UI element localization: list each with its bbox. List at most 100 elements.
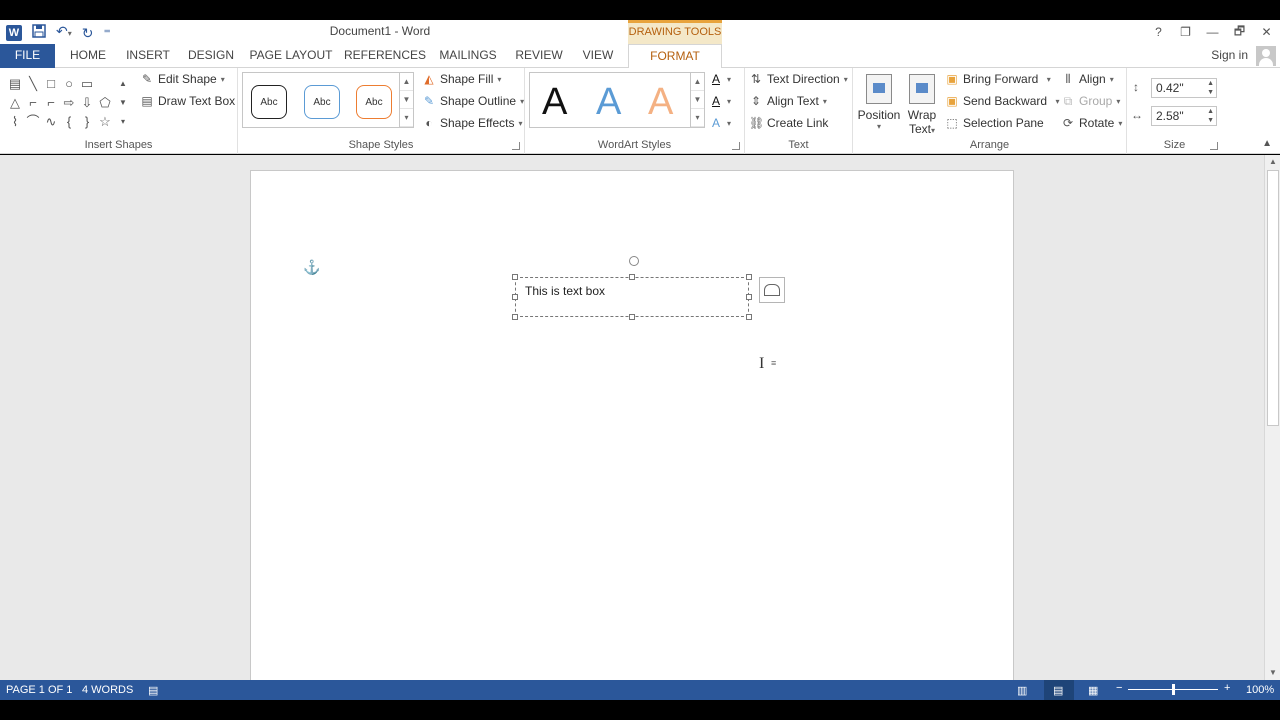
- send-backward-button[interactable]: ▣ Send Backward ▾: [945, 94, 1059, 108]
- text-box-content[interactable]: This is text box: [525, 284, 605, 298]
- line-shape-icon[interactable]: ╲: [24, 74, 42, 93]
- restore-icon[interactable]: 🗗: [1226, 20, 1253, 44]
- gallery-more-icon[interactable]: ▾: [114, 112, 132, 131]
- elbow-connector-icon[interactable]: ⌐: [24, 93, 42, 112]
- resize-handle[interactable]: [746, 274, 752, 280]
- group-button[interactable]: ⧉ Group ▾: [1061, 94, 1121, 108]
- sign-in-link[interactable]: Sign in: [1211, 48, 1248, 62]
- edit-shape-button[interactable]: ✎ Edit Shape ▾: [140, 72, 225, 86]
- zoom-level[interactable]: 100%: [1246, 684, 1274, 696]
- shape-style-black[interactable]: Abc: [251, 85, 287, 119]
- down-arrow-shape-icon[interactable]: ⇩: [78, 93, 96, 112]
- text-effects-button[interactable]: A ▾: [709, 116, 731, 130]
- shape-width-input[interactable]: 2.58" ▲ ▼: [1151, 106, 1217, 126]
- wordart-scroll[interactable]: ▲ ▼ ▾: [690, 73, 704, 127]
- proofing-icon[interactable]: ▤: [148, 684, 158, 697]
- wordart-style-orange[interactable]: A: [648, 81, 673, 124]
- tab-references[interactable]: REFERENCES: [344, 44, 426, 68]
- word-count[interactable]: 4 WORDS: [82, 684, 133, 696]
- zoom-slider-thumb[interactable]: [1172, 684, 1175, 695]
- gallery-up-icon[interactable]: ▲: [114, 74, 132, 93]
- bring-forward-button[interactable]: ▣ Bring Forward ▾: [945, 72, 1051, 86]
- selection-pane-button[interactable]: ⬚ Selection Pane: [945, 116, 1043, 130]
- more-icon[interactable]: ▾: [691, 109, 704, 127]
- page-count[interactable]: PAGE 1 OF 1: [6, 684, 72, 696]
- rectangle-shape-icon[interactable]: □: [42, 74, 60, 93]
- zoom-out-icon[interactable]: −: [1116, 682, 1122, 694]
- width-spinner-icon[interactable]: ▲ ▼: [1207, 107, 1214, 125]
- layout-options-button[interactable]: [759, 277, 785, 303]
- arc-shape-icon[interactable]: ⌒: [24, 112, 42, 131]
- scroll-down-icon[interactable]: ▼: [1265, 666, 1280, 680]
- scroll-thumb[interactable]: [1267, 170, 1279, 426]
- rotate-handle-icon[interactable]: [629, 256, 639, 266]
- web-layout-icon[interactable]: ▦: [1088, 684, 1098, 697]
- scroll-down-icon[interactable]: ▼: [691, 91, 704, 109]
- tab-mailings[interactable]: MAILINGS: [434, 44, 502, 68]
- elbow-arrow-connector-icon[interactable]: ⌐: [42, 93, 60, 112]
- zoom-in-icon[interactable]: +: [1224, 682, 1230, 694]
- position-button[interactable]: Position ▾: [857, 74, 901, 131]
- pentagon-shape-icon[interactable]: ⬠: [96, 93, 114, 112]
- shape-styles-scroll[interactable]: ▲ ▼ ▾: [399, 73, 413, 127]
- resize-handle[interactable]: [629, 314, 635, 320]
- align-button[interactable]: ⫴ Align ▾: [1061, 72, 1113, 86]
- shape-style-orange[interactable]: Abc: [356, 85, 392, 119]
- text-fill-button[interactable]: A ▾: [709, 72, 731, 86]
- close-icon[interactable]: ✕: [1253, 20, 1280, 44]
- collapse-ribbon-icon[interactable]: ▲: [1262, 138, 1272, 149]
- shape-height-input[interactable]: 0.42" ▲ ▼: [1151, 78, 1217, 98]
- scroll-up-icon[interactable]: ▲: [1265, 155, 1280, 169]
- print-layout-icon[interactable]: ▤: [1044, 680, 1074, 700]
- wordart-launcher-icon[interactable]: [732, 142, 740, 150]
- triangle-shape-icon[interactable]: △: [6, 93, 24, 112]
- rounded-rect-shape-icon[interactable]: ▭: [78, 74, 96, 93]
- resize-handle[interactable]: [512, 314, 518, 320]
- gallery-down-icon[interactable]: ▼: [114, 93, 132, 112]
- right-arrow-shape-icon[interactable]: ⇨: [60, 93, 78, 112]
- text-direction-button[interactable]: ⇅ Text Direction ▾: [749, 72, 848, 86]
- left-brace-shape-icon[interactable]: {: [60, 112, 78, 131]
- right-brace-shape-icon[interactable]: }: [78, 112, 96, 131]
- freeform-shape-icon[interactable]: ⌇: [6, 112, 24, 131]
- shape-fill-button[interactable]: ◭ Shape Fill ▾: [422, 72, 501, 86]
- wordart-style-black[interactable]: A: [542, 81, 567, 124]
- tab-home[interactable]: HOME: [62, 44, 114, 68]
- scroll-up-icon[interactable]: ▲: [400, 73, 413, 91]
- minimize-icon[interactable]: —: [1199, 20, 1226, 44]
- vertical-scrollbar[interactable]: ▲ ▼: [1264, 155, 1280, 680]
- resize-handle[interactable]: [746, 314, 752, 320]
- shape-styles-gallery[interactable]: Abc Abc Abc ▲ ▼ ▾: [242, 72, 414, 128]
- text-outline-button[interactable]: A ▾: [709, 94, 731, 108]
- document-page[interactable]: ⚓ This is text box I ≡: [250, 170, 1014, 690]
- text-box[interactable]: This is text box: [512, 256, 752, 320]
- more-icon[interactable]: ▾: [400, 109, 413, 127]
- avatar[interactable]: [1256, 46, 1276, 66]
- tab-format[interactable]: FORMAT: [628, 44, 722, 69]
- resize-handle[interactable]: [629, 274, 635, 280]
- wrap-text-button[interactable]: Wrap Text▾: [903, 74, 941, 136]
- tab-file[interactable]: FILE: [0, 44, 55, 68]
- tab-review[interactable]: REVIEW: [512, 44, 566, 68]
- star-shape-icon[interactable]: ☆: [96, 112, 114, 131]
- height-spinner-icon[interactable]: ▲ ▼: [1207, 79, 1214, 97]
- tab-view[interactable]: VIEW: [576, 44, 620, 68]
- resize-handle[interactable]: [746, 294, 752, 300]
- draw-text-box-button[interactable]: ▤ Draw Text Box: [140, 94, 235, 108]
- tab-design[interactable]: DESIGN: [184, 44, 238, 68]
- text-box-shape-icon[interactable]: ▤: [6, 74, 24, 93]
- shape-effects-button[interactable]: ◐ Shape Effects ▾: [422, 116, 522, 130]
- tab-page-layout[interactable]: PAGE LAYOUT: [248, 44, 334, 68]
- resize-handle[interactable]: [512, 274, 518, 280]
- resize-handle[interactable]: [512, 294, 518, 300]
- read-mode-icon[interactable]: ▥: [1017, 684, 1027, 697]
- help-icon[interactable]: ?: [1145, 20, 1172, 44]
- scroll-down-icon[interactable]: ▼: [400, 91, 413, 109]
- ribbon-display-options-icon[interactable]: ❐: [1172, 20, 1199, 44]
- size-launcher-icon[interactable]: [1210, 142, 1218, 150]
- wordart-gallery[interactable]: A A A ▲ ▼ ▾: [529, 72, 705, 128]
- shape-style-blue[interactable]: Abc: [304, 85, 340, 119]
- shape-outline-button[interactable]: ✎ Shape Outline ▾: [422, 94, 524, 108]
- tab-insert[interactable]: INSERT: [122, 44, 174, 68]
- shapes-gallery[interactable]: ▤ ╲ □ ○ ▭ ▲ △ ⌐ ⌐ ⇨ ⇩ ⬠ ▼ ⌇ ⌒ ∿ { } ☆ ▾: [6, 74, 130, 131]
